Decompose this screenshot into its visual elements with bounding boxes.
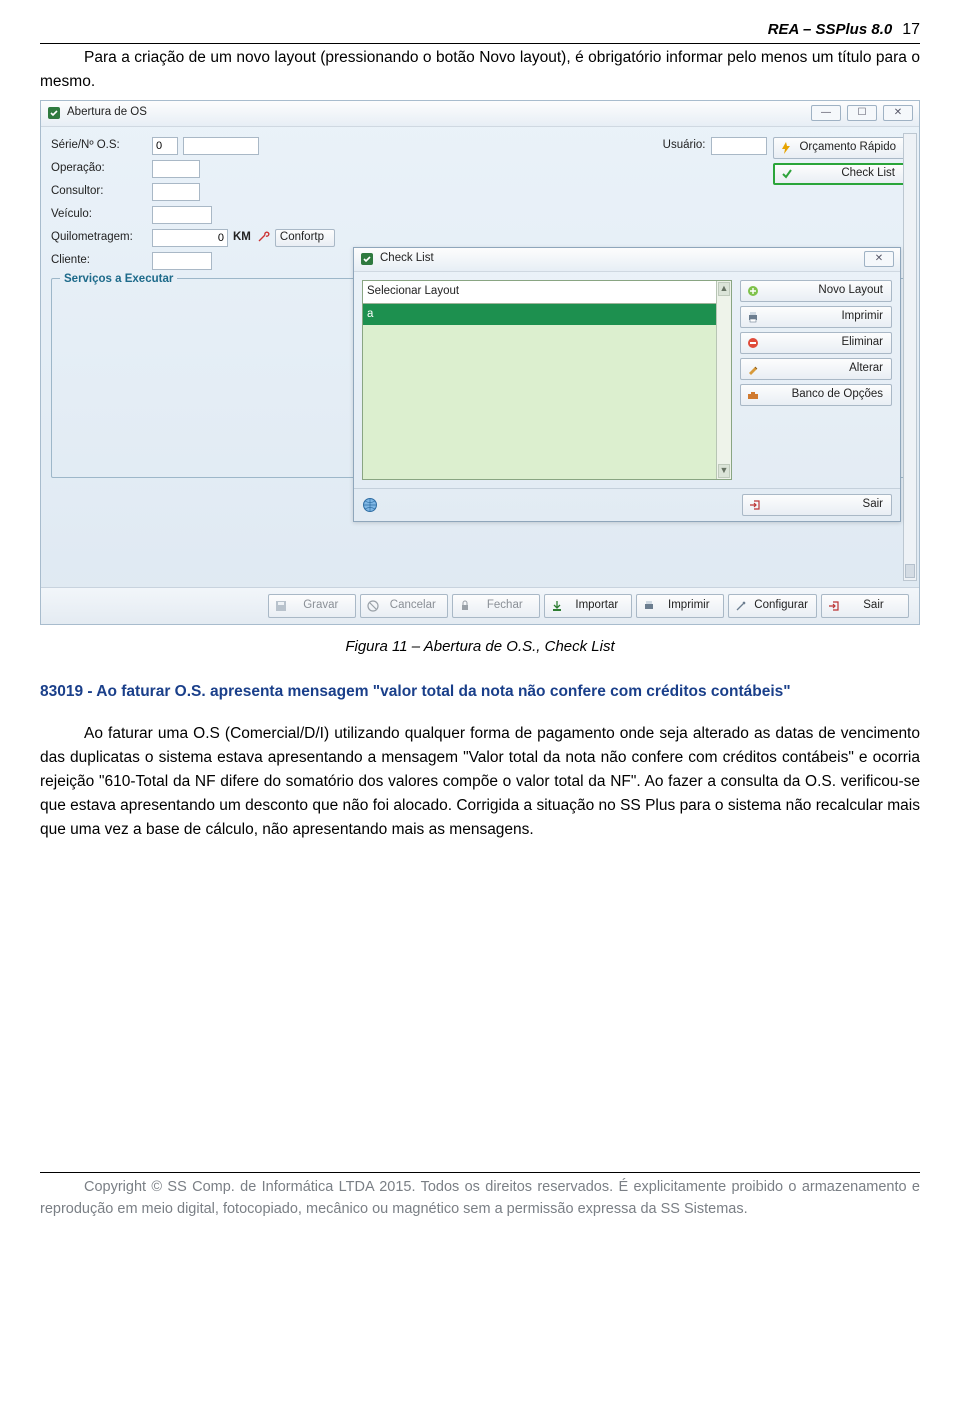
scrollbar-thumb[interactable]	[905, 564, 915, 578]
fechar-label: Fechar	[478, 597, 531, 615]
fechar-button[interactable]: Fechar	[452, 594, 540, 618]
plus-icon	[746, 284, 760, 298]
label-km: Quilometragem:	[51, 229, 147, 247]
app-icon	[47, 106, 61, 120]
dialog-close-button[interactable]: ✕	[864, 251, 894, 267]
exit-icon	[748, 498, 762, 512]
label-consultor: Consultor:	[51, 183, 147, 201]
sair-button[interactable]: Sair	[821, 594, 909, 618]
app-window: Abertura de OS — ☐ ✕ Série/Nº O.S: Opera…	[40, 100, 920, 625]
sair-label: Sair	[847, 597, 900, 615]
banco-opcoes-button[interactable]: Banco de Opções	[740, 384, 892, 406]
cancelar-button[interactable]: Cancelar	[360, 594, 448, 618]
section-heading: 83019 - Ao faturar O.S. apresenta mensag…	[40, 680, 920, 704]
confort-button[interactable]: Confortp	[275, 229, 335, 247]
edit-icon	[746, 362, 760, 376]
imprimir-dialog-button[interactable]: Imprimir	[740, 306, 892, 328]
orcamento-label: Orçamento Rápido	[799, 139, 896, 157]
printer-icon	[746, 310, 760, 324]
input-veiculo[interactable]	[152, 206, 212, 224]
orcamento-rapido-button[interactable]: Orçamento Rápido	[773, 137, 905, 159]
fieldset-legend: Serviços a Executar	[60, 271, 177, 289]
banco-label: Banco de Opções	[766, 386, 883, 404]
body-paragraph: Ao faturar uma O.S (Comercial/D/I) utili…	[40, 722, 920, 842]
save-icon	[274, 599, 288, 613]
footer-rule	[40, 1172, 920, 1173]
alterar-label: Alterar	[766, 360, 883, 378]
minus-icon	[746, 336, 760, 350]
close-button[interactable]: ✕	[883, 105, 913, 121]
check-icon	[780, 167, 794, 181]
input-cliente[interactable]	[152, 252, 212, 270]
main-titlebar: Abertura de OS — ☐ ✕	[41, 101, 919, 127]
bottom-toolbar: Gravar Cancelar Fechar Importar Imprimir…	[41, 587, 919, 624]
dialog-sair-label: Sair	[768, 496, 883, 514]
footer-copyright: Copyright © SS Comp. de Informática LTDA…	[40, 1177, 920, 1221]
input-consultor[interactable]	[152, 183, 200, 201]
check-list-button[interactable]: Check List	[773, 163, 905, 185]
label-veiculo: Veículo:	[51, 206, 147, 224]
novo-label: Novo Layout	[766, 282, 883, 300]
input-km[interactable]	[152, 229, 228, 247]
toolbox-icon	[746, 388, 760, 402]
alterar-button[interactable]: Alterar	[740, 358, 892, 380]
confort-label: Confortp	[280, 229, 330, 247]
eliminar-label: Eliminar	[766, 334, 883, 352]
form-scrollbar[interactable]	[903, 133, 917, 581]
lock-icon	[458, 599, 472, 613]
label-cliente: Cliente:	[51, 252, 147, 270]
figure-caption: Figura 11 – Abertura de O.S., Check List	[40, 635, 920, 658]
maximize-button[interactable]: ☐	[847, 105, 877, 121]
page-number: 17	[902, 18, 920, 43]
list-selected-row[interactable]: a	[363, 304, 731, 326]
imprimir-button[interactable]: Imprimir	[636, 594, 724, 618]
cancel-icon	[366, 599, 380, 613]
import-icon	[550, 599, 564, 613]
globe-icon[interactable]	[362, 497, 378, 513]
input-serie-ext[interactable]	[183, 137, 259, 155]
input-operacao[interactable]	[152, 160, 200, 178]
label-operacao: Operação:	[51, 160, 147, 178]
minimize-button[interactable]: —	[811, 105, 841, 121]
configurar-label: Configurar	[754, 597, 808, 615]
input-serie-num[interactable]	[152, 137, 178, 155]
imprimir-dlg-label: Imprimir	[766, 308, 883, 326]
cancelar-label: Cancelar	[386, 597, 439, 615]
dialog-title: Check List	[380, 250, 434, 268]
dialog-sair-button[interactable]: Sair	[742, 494, 892, 516]
gravar-button[interactable]: Gravar	[268, 594, 356, 618]
input-usuario[interactable]	[711, 137, 767, 155]
config-icon	[734, 599, 748, 613]
imprimir-label: Imprimir	[662, 597, 715, 615]
printer2-icon	[642, 599, 656, 613]
doc-header-title: REA – SSPlus 8.0	[768, 18, 893, 41]
intro-paragraph: Para a criação de um novo layout (pressi…	[40, 46, 920, 94]
eliminar-button[interactable]: Eliminar	[740, 332, 892, 354]
exit2-icon	[827, 599, 841, 613]
configurar-button[interactable]: Configurar	[728, 594, 817, 618]
gravar-label: Gravar	[294, 597, 347, 615]
scroll-up-icon[interactable]: ▲	[718, 282, 730, 296]
window-title: Abertura de OS	[67, 104, 147, 122]
dialog-titlebar: Check List ✕	[354, 248, 900, 272]
header-rule	[40, 43, 920, 44]
importar-button[interactable]: Importar	[544, 594, 632, 618]
label-serie: Série/Nº O.S:	[51, 137, 147, 155]
checklist-label: Check List	[800, 165, 895, 183]
scroll-down-icon[interactable]: ▼	[718, 464, 730, 478]
lightning-icon	[779, 141, 793, 155]
dialog-app-icon	[360, 252, 374, 266]
list-scrollbar[interactable]: ▲ ▼	[716, 281, 731, 479]
km-unit: KM	[233, 229, 251, 247]
list-header: Selecionar Layout	[363, 281, 731, 304]
label-usuario: Usuário:	[663, 137, 706, 155]
checklist-dialog: Check List ✕ Selecionar Layout a ▲ ▼	[353, 247, 901, 522]
importar-label: Importar	[570, 597, 623, 615]
wrench-icon	[256, 231, 270, 245]
novo-layout-button[interactable]: Novo Layout	[740, 280, 892, 302]
layout-listbox[interactable]: Selecionar Layout a ▲ ▼	[362, 280, 732, 480]
